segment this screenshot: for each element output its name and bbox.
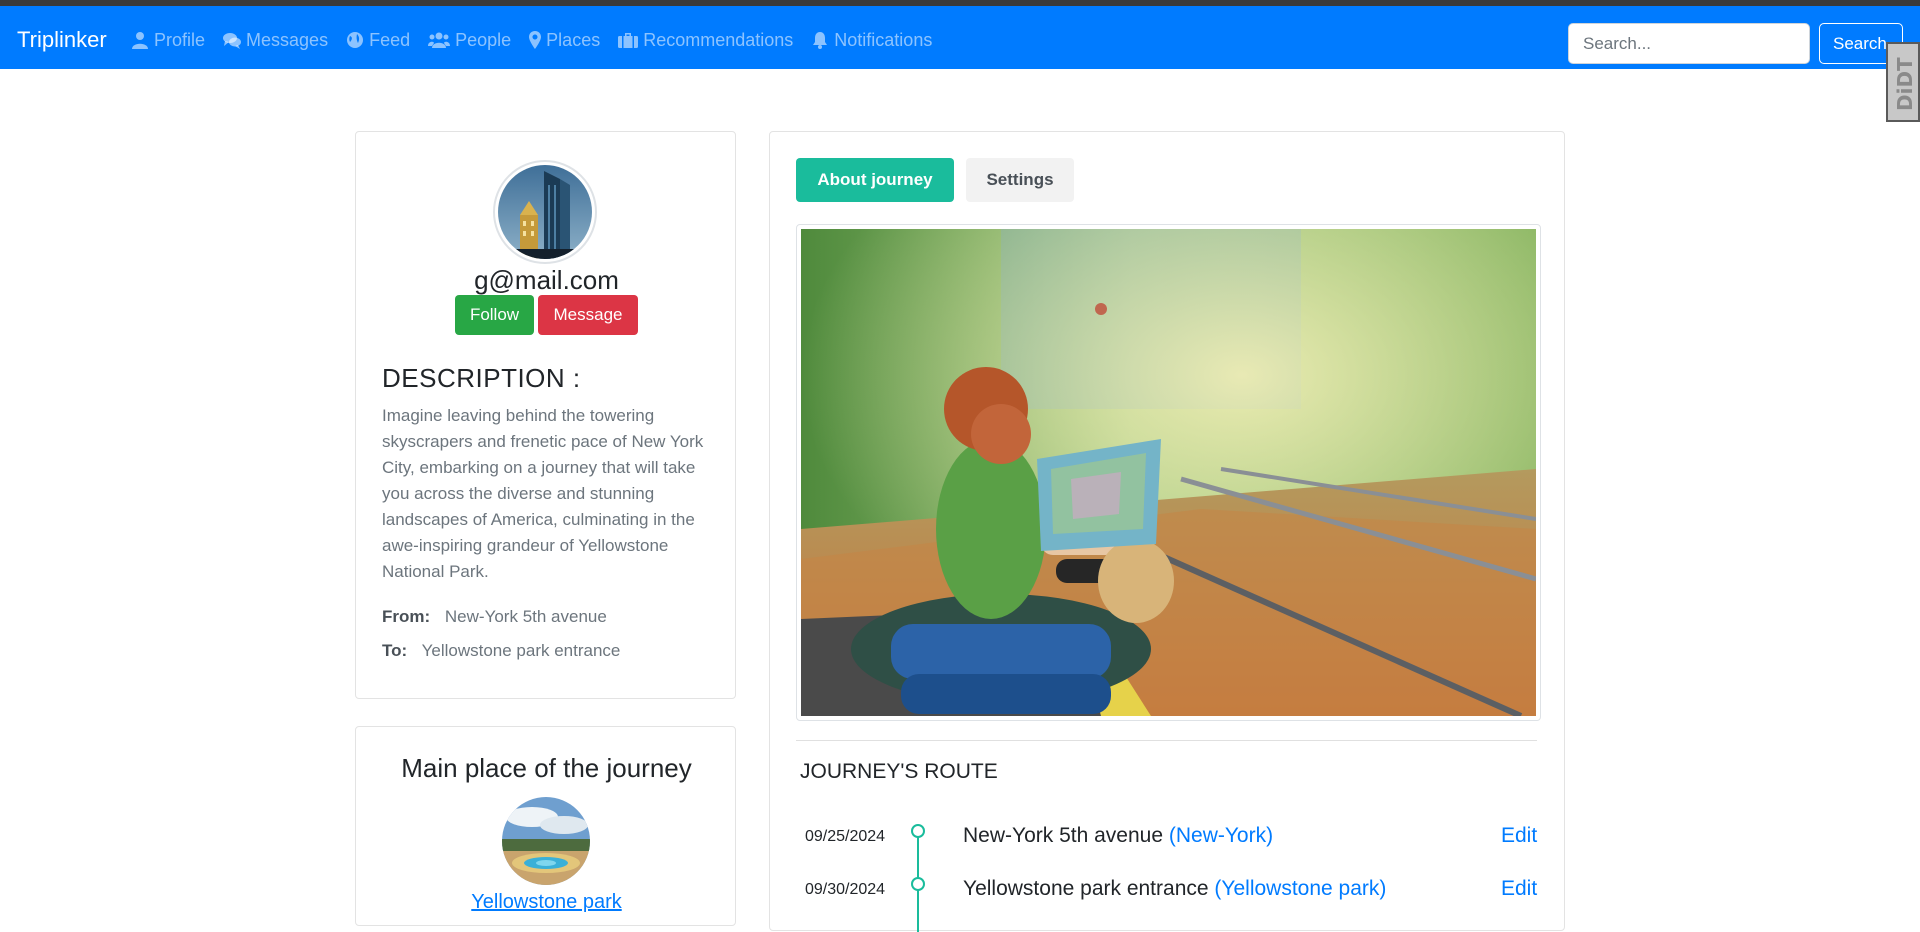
profile-card: g@mail.com Follow Message DESCRIPTION : … xyxy=(355,131,736,699)
route-city-link[interactable]: (New-York) xyxy=(1169,824,1273,847)
route-city-link[interactable]: (Yellowstone park) xyxy=(1214,877,1386,900)
to-line: To: Yellowstone park entrance xyxy=(382,641,620,661)
message-button[interactable]: Message xyxy=(538,295,638,335)
description-text: Imagine leaving behind the towering skys… xyxy=(382,406,704,581)
timeline-dot xyxy=(911,824,925,838)
nav-item-label: Places xyxy=(546,29,601,50)
journey-hero-image xyxy=(796,224,1541,721)
user-icon xyxy=(132,32,148,49)
nav-item-profile[interactable]: Profile xyxy=(131,25,205,55)
main-place-image[interactable] xyxy=(502,797,590,885)
from-line: From: New-York 5th avenue xyxy=(382,607,607,627)
avatar-image xyxy=(498,165,592,259)
main-place-title: Main place of the journey xyxy=(401,753,692,783)
nav-item-people[interactable]: People xyxy=(428,25,511,55)
nav-item-label: Messages xyxy=(246,29,329,50)
route-edit-link[interactable]: Edit xyxy=(1501,877,1537,901)
globe-icon xyxy=(347,32,364,48)
route-stop-name: New-York 5th avenue (New-York) xyxy=(963,824,1273,848)
comments-icon xyxy=(223,33,242,49)
route-stop: 09/25/2024 New-York 5th avenue (New-York… xyxy=(770,822,1566,852)
extension-badge[interactable]: DiDT xyxy=(1886,42,1920,122)
tab-about-journey[interactable]: About journey xyxy=(796,158,954,202)
journey-card: About journey Settings JOURNEY'S ROUTE 0… xyxy=(769,131,1566,932)
top-navbar: Triplinker Profile Messages Feed People … xyxy=(0,6,1920,69)
avatar[interactable] xyxy=(493,160,597,264)
route-date: 09/25/2024 xyxy=(805,828,886,845)
route-place: New-York 5th avenue xyxy=(963,824,1164,847)
route-title: JOURNEY'S ROUTE xyxy=(800,760,998,783)
search-input[interactable] xyxy=(1568,23,1810,64)
main-nav: Profile Messages Feed People Places Reco… xyxy=(131,25,950,55)
nav-item-label: People xyxy=(455,29,512,50)
route-stop-name: Yellowstone park entrance (Yellowstone p… xyxy=(963,877,1386,901)
nav-item-label: Notifications xyxy=(834,29,933,50)
extension-badge-label: DiDT xyxy=(1893,57,1917,111)
nav-item-label: Profile xyxy=(154,29,206,50)
description-title: DESCRIPTION : xyxy=(382,363,581,393)
tab-settings[interactable]: Settings xyxy=(966,158,1074,202)
nav-item-places[interactable]: Places xyxy=(529,25,600,55)
nav-item-label: Feed xyxy=(369,29,411,50)
from-value: New-York 5th avenue xyxy=(444,607,607,626)
brand-logo[interactable]: Triplinker xyxy=(17,27,107,53)
follow-button[interactable]: Follow xyxy=(455,295,534,335)
to-value: Yellowstone park entrance xyxy=(421,641,621,660)
nav-item-notifications[interactable]: Notifications xyxy=(811,25,932,55)
briefcase-icon xyxy=(618,33,639,48)
map-marker-icon xyxy=(529,31,542,49)
profile-username: g@mail.com xyxy=(474,265,619,295)
timeline-dot xyxy=(911,877,925,891)
divider xyxy=(796,740,1537,741)
to-label: To: xyxy=(382,641,408,660)
nav-item-messages[interactable]: Messages xyxy=(223,25,328,55)
main-place-card: Main place of the journey Yellowstone pa… xyxy=(355,726,736,926)
nav-item-label: Recommendations xyxy=(643,29,794,50)
route-stop: 09/30/2024 Yellowstone park entrance (Ye… xyxy=(770,875,1566,905)
from-label: From: xyxy=(382,607,431,626)
journey-photo xyxy=(801,229,1536,716)
nav-item-recommendations[interactable]: Recommendations xyxy=(618,25,793,55)
route-date: 09/30/2024 xyxy=(805,881,886,898)
users-icon xyxy=(428,32,451,48)
bell-icon xyxy=(813,32,828,49)
route-place: Yellowstone park entrance xyxy=(963,877,1209,900)
nav-item-feed[interactable]: Feed xyxy=(346,25,410,55)
main-place-link[interactable]: Yellowstone park xyxy=(356,891,737,914)
route-edit-link[interactable]: Edit xyxy=(1501,824,1537,848)
